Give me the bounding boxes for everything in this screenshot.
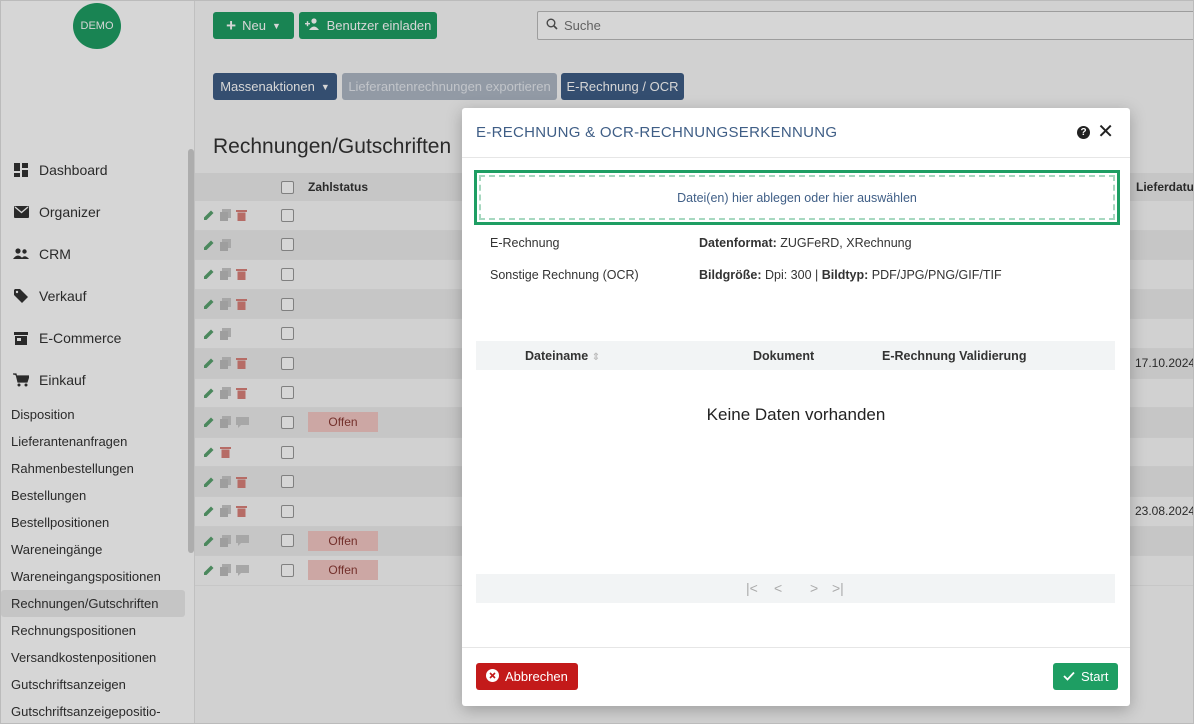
column-header-document[interactable]: Dokument <box>753 349 814 363</box>
image-size-value: Dpi: 300 | <box>761 268 822 282</box>
column-filename-label: Dateiname <box>525 349 589 363</box>
app-frame: DEMO Dashboard Organizer CRM Verkauf E-C… <box>0 0 1194 724</box>
einvoice-ocr-dialog: E-RECHNUNG & OCR-RECHNUNGSERKENNUNG ? ✕ … <box>462 108 1130 706</box>
next-page-icon[interactable]: > <box>810 580 818 596</box>
close-icon[interactable]: ✕ <box>1097 122 1114 142</box>
column-header-filename[interactable]: Dateiname ⇕ <box>525 349 600 363</box>
first-page-icon[interactable]: |< <box>746 580 758 596</box>
help-icon[interactable]: ? <box>1077 126 1090 139</box>
dialog-footer: Abbrechen Start <box>462 647 1130 706</box>
file-grid-header: Dateiname ⇕ Dokument E-Rechnung Validier… <box>476 341 1115 370</box>
empty-state-text: Keine Daten vorhanden <box>706 405 886 424</box>
cancel-button[interactable]: Abbrechen <box>476 663 578 690</box>
sort-icon: ⇕ <box>591 352 601 363</box>
einvoice-format-info: Datenformat: ZUGFeRD, XRechnung <box>699 236 912 250</box>
start-label: Start <box>1081 669 1109 684</box>
image-type-value: PDF/JPG/PNG/GIF/TIF <box>868 268 1002 282</box>
image-size-key: Bildgröße: <box>699 268 762 282</box>
cancel-circle-icon <box>486 668 499 685</box>
format-value: ZUGFeRD, XRechnung <box>776 236 912 250</box>
dialog-title: E-RECHNUNG & OCR-RECHNUNGSERKENNUNG <box>476 124 838 141</box>
einvoice-label: E-Rechnung <box>490 236 560 250</box>
drop-zone-text: Datei(en) hier ablegen oder hier auswähl… <box>677 190 917 205</box>
file-drop-zone[interactable]: Datei(en) hier ablegen oder hier auswähl… <box>474 170 1120 225</box>
dialog-header: E-RECHNUNG & OCR-RECHNUNGSERKENNUNG ? ✕ <box>462 108 1130 158</box>
image-type-key: Bildtyp: <box>821 268 869 282</box>
last-page-icon[interactable]: >| <box>832 580 844 596</box>
start-button[interactable]: Start <box>1053 663 1119 690</box>
prev-page-icon[interactable]: < <box>774 580 782 596</box>
ocr-format-info: Bildgröße: Dpi: 300 | Bildtyp: PDF/JPG/P… <box>699 268 1002 282</box>
cancel-label: Abbrechen <box>505 669 568 684</box>
check-icon <box>1063 669 1075 684</box>
ocr-label: Sonstige Rechnung (OCR) <box>490 268 639 282</box>
format-key: Datenformat: <box>699 236 777 250</box>
column-header-validation[interactable]: E-Rechnung Validierung <box>882 349 1026 363</box>
grid-pager: |< < > >| <box>476 574 1115 603</box>
